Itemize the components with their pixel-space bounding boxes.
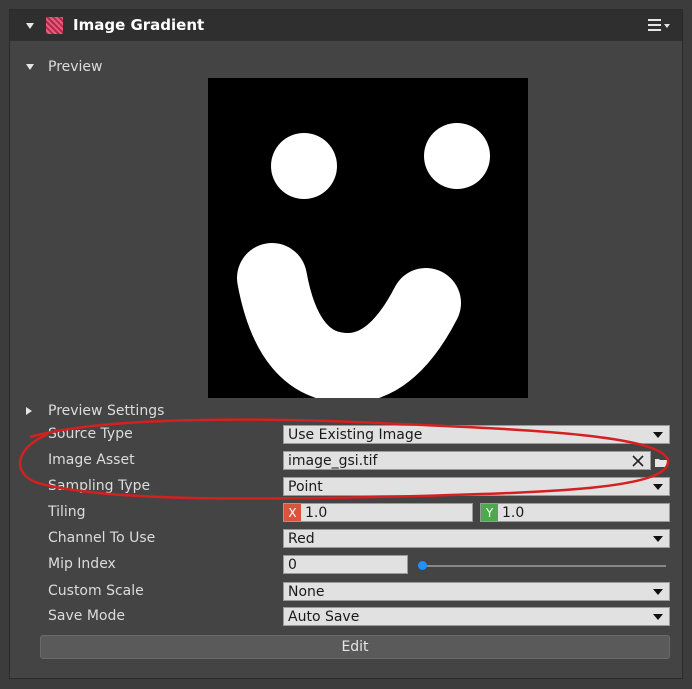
mip-index-value: 0 [288, 556, 297, 573]
edit-button[interactable]: Edit [40, 635, 670, 659]
chevron-down-icon [653, 432, 663, 438]
sampling-type-value: Point [288, 478, 323, 495]
sampling-type-label: Sampling Type [48, 478, 151, 494]
channel-to-use-label: Channel To Use [48, 530, 156, 546]
preview-settings-label: Preview Settings [48, 403, 165, 419]
smiley-preview-image [208, 78, 528, 404]
folder-icon[interactable] [655, 458, 667, 467]
custom-scale-dropdown[interactable]: None [283, 582, 670, 601]
chevron-down-icon [653, 536, 663, 542]
tiling-x-value: 1.0 [305, 504, 328, 521]
collapsed-arrow-icon[interactable] [26, 407, 32, 415]
custom-scale-label: Custom Scale [48, 583, 144, 599]
tiling-y-value: 1.0 [502, 504, 525, 521]
x-axis-badge: X [284, 504, 301, 521]
image-gradient-panel: Image Gradient Preview Preview Settings … [9, 9, 683, 679]
chevron-down-icon [653, 484, 663, 490]
custom-scale-value: None [288, 583, 325, 600]
channel-to-use-dropdown[interactable]: Red [283, 529, 670, 548]
tiling-label: Tiling [48, 504, 86, 520]
tiling-x-field[interactable]: X 1.0 [283, 503, 473, 522]
tiling-y-field[interactable]: Y 1.0 [480, 503, 670, 522]
save-mode-dropdown[interactable]: Auto Save [283, 607, 670, 626]
source-type-label: Source Type [48, 426, 133, 442]
mip-index-slider-thumb[interactable] [418, 561, 427, 570]
save-mode-label: Save Mode [48, 608, 125, 624]
source-type-dropdown[interactable]: Use Existing Image [283, 425, 670, 444]
mip-index-label: Mip Index [48, 556, 116, 572]
preview-image-svg [237, 123, 490, 404]
image-asset-label: Image Asset [48, 452, 135, 468]
mip-index-input[interactable]: 0 [283, 555, 408, 574]
preview-section-label: Preview [48, 59, 103, 75]
component-title: Image Gradient [73, 16, 205, 34]
chevron-down-icon [653, 589, 663, 595]
expand-arrow-icon[interactable] [26, 64, 34, 70]
mip-index-slider-track[interactable] [422, 565, 666, 567]
hamburger-menu-icon[interactable] [648, 17, 670, 33]
clear-icon[interactable] [630, 453, 646, 469]
sampling-type-dropdown[interactable]: Point [283, 477, 670, 496]
image-asset-field[interactable]: image_gsi.tif [283, 451, 651, 470]
source-type-value: Use Existing Image [288, 426, 423, 443]
component-header[interactable]: Image Gradient [10, 10, 682, 41]
chevron-down-icon [653, 614, 663, 620]
image-gradient-icon [46, 17, 63, 34]
save-mode-value: Auto Save [288, 608, 360, 625]
channel-to-use-value: Red [288, 530, 315, 547]
collapse-arrow-icon[interactable] [26, 23, 34, 29]
image-asset-value: image_gsi.tif [288, 452, 378, 469]
y-axis-badge: Y [481, 504, 498, 521]
